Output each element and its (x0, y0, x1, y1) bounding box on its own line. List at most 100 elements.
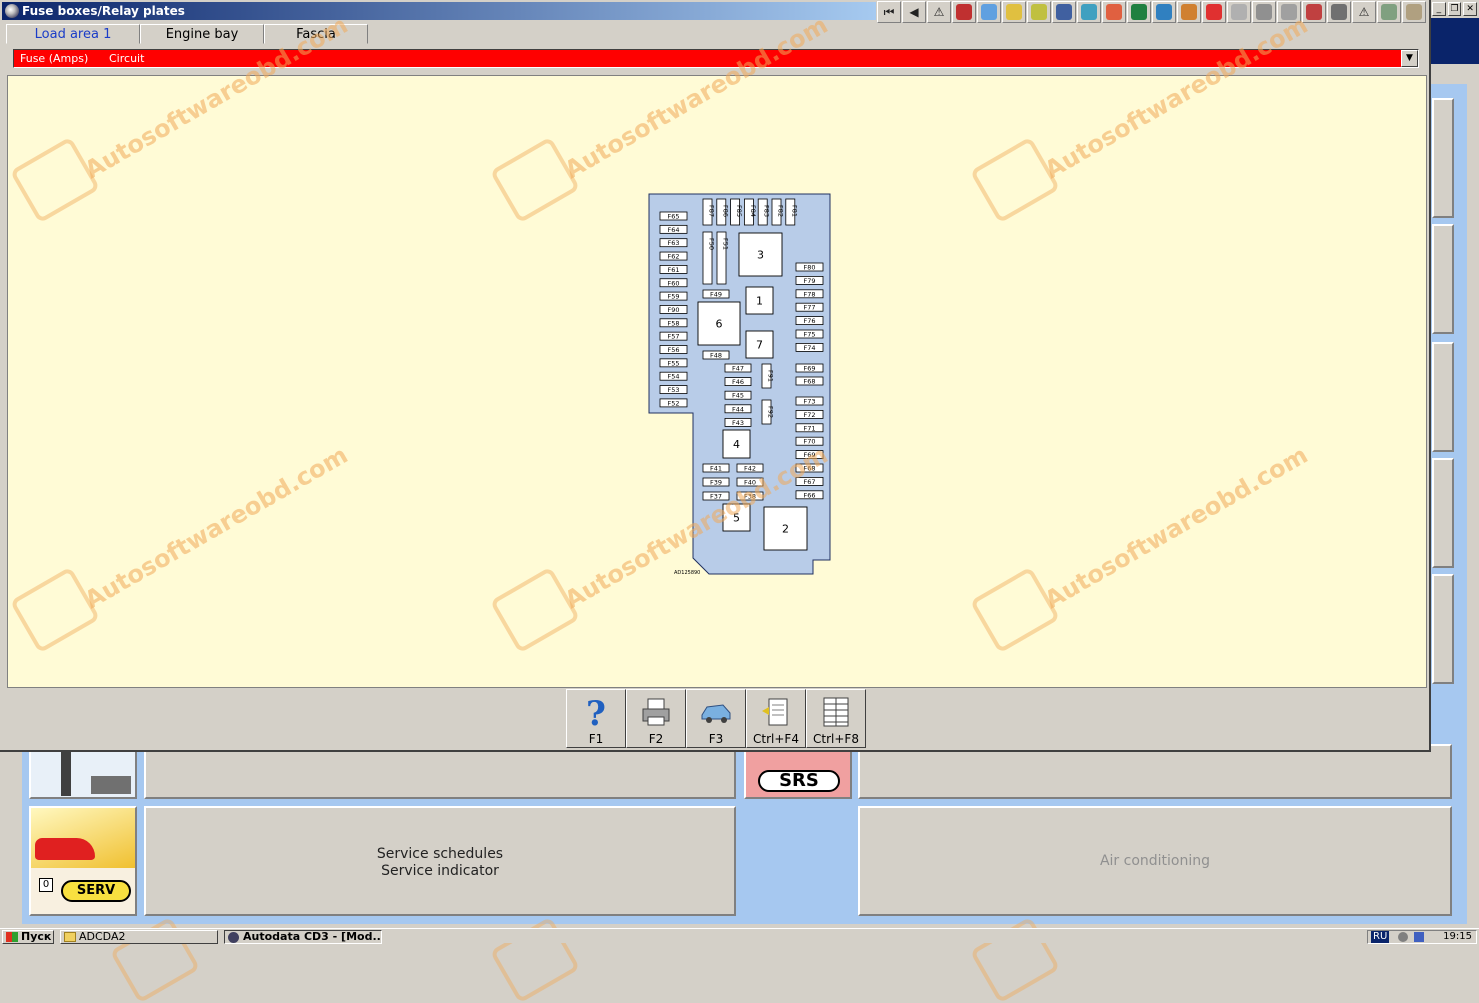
start-button[interactable]: Пуск (2, 930, 54, 944)
reference-code: AD125890 (674, 570, 700, 576)
taskbar: Пуск ADCDA2 Autodata CD3 - [Mod... RU 19… (0, 928, 1479, 944)
car-icon (701, 704, 731, 723)
start-label: Пуск (21, 930, 52, 943)
fuse-label: F75 (803, 331, 815, 339)
fuse-boxes-dialog: Fuse boxes/Relay plates ⏮ ◀ ⚠ ⚠ Load are… (0, 0, 1431, 752)
taskbar-item-adcda2[interactable]: ADCDA2 (60, 930, 218, 944)
srs-label: SRS (758, 770, 840, 792)
tray-icon[interactable] (1398, 932, 1408, 942)
tool-icon[interactable] (1252, 1, 1276, 23)
fuse-label: F40 (744, 479, 756, 487)
fuse-label: F59 (667, 293, 679, 301)
relay-label: 5 (733, 512, 740, 525)
module-cell[interactable] (1432, 224, 1454, 334)
note-icon (762, 698, 788, 726)
tool-icon[interactable] (1177, 1, 1201, 23)
tool-icon[interactable] (1327, 1, 1351, 23)
module-cell[interactable] (858, 744, 1452, 799)
tool-icon[interactable] (1077, 1, 1101, 23)
f2-label: F2 (648, 732, 664, 746)
first-page-button[interactable]: ⏮ (877, 1, 901, 23)
fuse-label: F66 (803, 491, 815, 499)
fuse-label: F80 (803, 264, 815, 272)
module-cell[interactable] (1432, 342, 1454, 452)
dialog-title: Fuse boxes/Relay plates (22, 4, 185, 18)
fuse-label: F50 (708, 238, 716, 250)
tool-icon[interactable] (1102, 1, 1126, 23)
tool-icon[interactable] (1377, 1, 1401, 23)
tool-icon[interactable] (977, 1, 1001, 23)
fuse-box-diagram: F65 F64 F63 F62 F61 F60 F59 F90 F58 F57 F56 F55 F54 F… (648, 193, 831, 576)
tool-icon[interactable] (1402, 1, 1426, 23)
tab-fascia[interactable]: Fascia (264, 24, 368, 44)
help-button[interactable]: ? F1 (566, 689, 626, 748)
fuse-label: F65 (667, 213, 679, 221)
fuse-label: F69 (803, 451, 815, 459)
fuse-label: F67 (803, 478, 815, 486)
function-key-bar: ? F1 F2 F3 Ctrl+F4 Ctrl+F8 (566, 689, 866, 748)
taskbar-item-label: ADCDA2 (79, 930, 126, 943)
tab-engine-bay[interactable]: Engine bay (140, 24, 264, 44)
timing-belt-thumbnail[interactable] (29, 744, 137, 799)
tool-icon[interactable] (1227, 1, 1251, 23)
fuse-label: F43 (732, 419, 744, 427)
fuse-label: F52 (667, 399, 679, 407)
service-thumbnail[interactable]: SERV 0 (29, 806, 137, 916)
ctrl-f4-label: Ctrl+F4 (753, 732, 799, 746)
fuse-label: F77 (803, 304, 815, 312)
tool-icon[interactable] (1002, 1, 1026, 23)
service-schedules-label: Service schedules (376, 846, 504, 862)
fuse-label: F73 (803, 398, 815, 406)
notes-button[interactable]: Ctrl+F4 (746, 689, 806, 748)
tray-icon[interactable] (1414, 932, 1424, 942)
tool-icon[interactable] (1302, 1, 1326, 23)
printer-icon (642, 698, 670, 726)
module-cell[interactable] (1432, 98, 1454, 218)
help-icon: ? (586, 695, 606, 729)
relay-label: 4 (733, 438, 740, 451)
fuse-circuit-selector[interactable]: Fuse (Amps) Circuit ▼ (13, 49, 1419, 68)
service-schedules-cell[interactable]: Service schedules Service indicator (144, 806, 736, 916)
air-conditioning-cell[interactable]: Air conditioning (858, 806, 1452, 916)
table-button[interactable]: Ctrl+F8 (806, 689, 866, 748)
ctrl-f8-label: Ctrl+F8 (813, 732, 859, 746)
tool-icon[interactable] (952, 1, 976, 23)
dialog-titlebar: Fuse boxes/Relay plates (2, 2, 876, 20)
minimize-button[interactable]: _ (1431, 2, 1446, 16)
chevron-down-icon[interactable]: ▼ (1401, 50, 1418, 67)
module-cell[interactable] (1432, 574, 1454, 684)
fuse-label: F85 (735, 205, 743, 217)
relay-label: 6 (716, 318, 723, 331)
fuse-label: F74 (803, 344, 815, 352)
previous-button[interactable]: ◀ (902, 1, 926, 23)
close-button[interactable]: ✕ (1463, 2, 1477, 16)
warning-icon[interactable]: ⚠ (927, 1, 951, 23)
tool-icon[interactable] (1027, 1, 1051, 23)
vehicle-button[interactable]: F3 (686, 689, 746, 748)
app-icon (5, 4, 19, 18)
tab-load-area-1[interactable]: Load area 1 (6, 24, 140, 44)
language-indicator[interactable]: RU (1371, 931, 1390, 943)
module-cell[interactable] (1432, 458, 1454, 568)
fuse-label: F46 (732, 378, 744, 386)
serv-label: SERV (61, 880, 131, 902)
print-button[interactable]: F2 (626, 689, 686, 748)
svg-text:?: ? (586, 695, 606, 729)
tool-icon[interactable] (1052, 1, 1076, 23)
tool-icon[interactable] (1202, 1, 1226, 23)
fuse-label: F68 (803, 465, 815, 473)
taskbar-item-autodata[interactable]: Autodata CD3 - [Mod... (224, 930, 382, 944)
fuse-label: F47 (732, 365, 744, 373)
window-controls: _ ❐ ✕ (1430, 0, 1479, 18)
fuse-label: F62 (667, 253, 679, 261)
tool-icon[interactable] (1152, 1, 1176, 23)
srs-thumbnail[interactable]: SRS (744, 744, 852, 799)
circuit-header: Circuit (109, 52, 145, 65)
fuse-label: F83 (763, 205, 771, 217)
restore-button[interactable]: ❐ (1447, 2, 1462, 16)
tool-icon[interactable] (1127, 1, 1151, 23)
tool-icon[interactable]: ⚠ (1352, 1, 1376, 23)
tool-icon[interactable] (1277, 1, 1301, 23)
fuse-label: F81 (790, 205, 798, 217)
module-cell[interactable] (144, 744, 736, 799)
